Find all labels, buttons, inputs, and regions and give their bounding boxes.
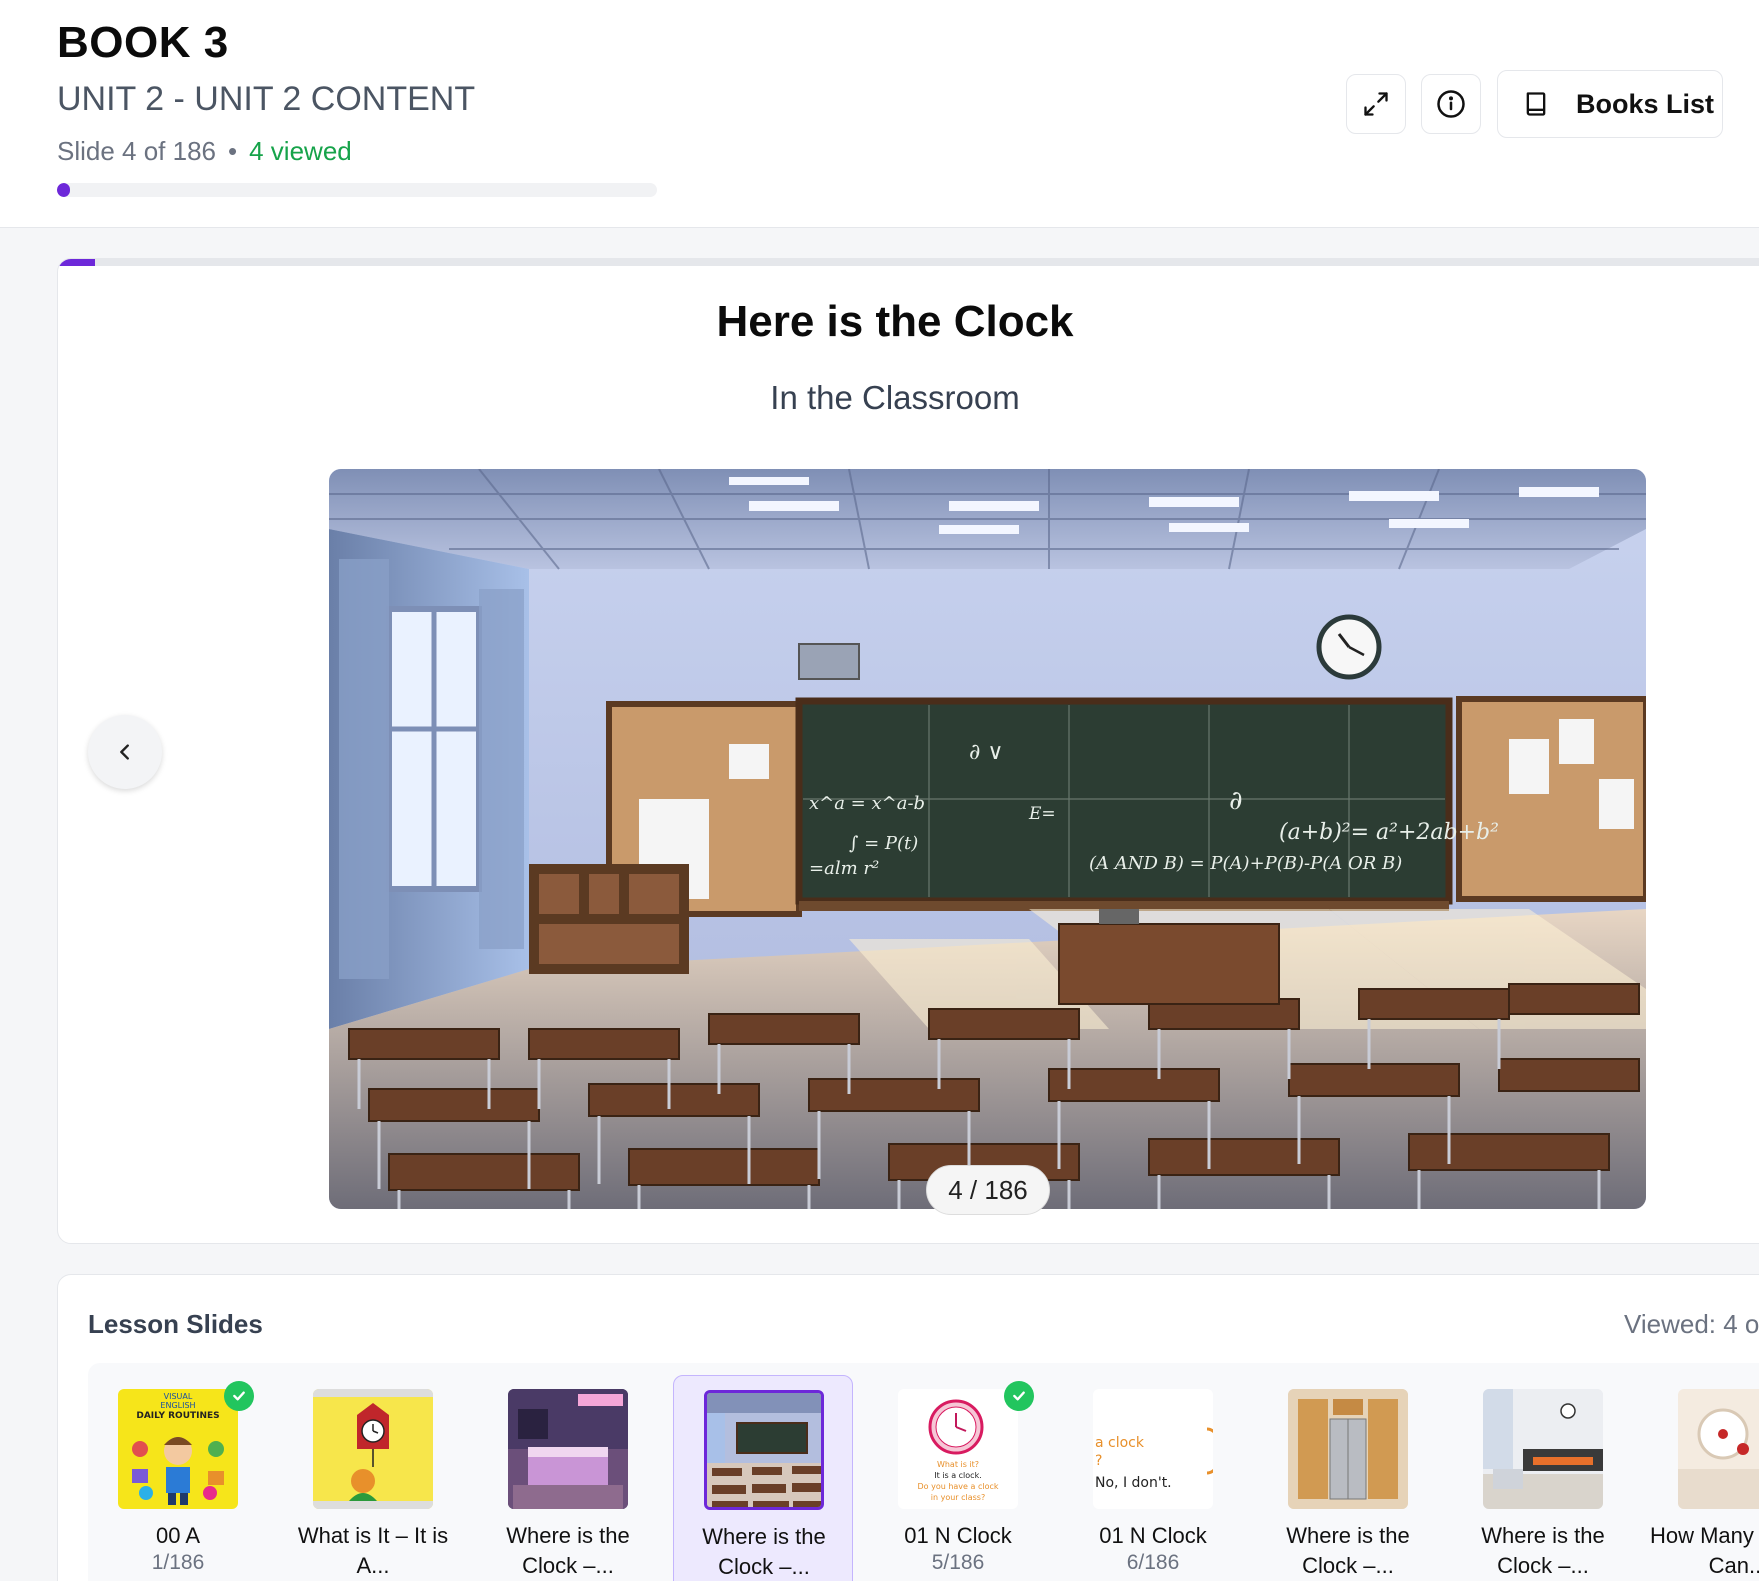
thumbnail-image xyxy=(1483,1389,1603,1509)
expand-icon xyxy=(1364,92,1388,116)
thumbnail-image xyxy=(1288,1389,1408,1509)
lesson-viewed-count: Viewed: 4 of 186 xyxy=(1624,1309,1759,1339)
slide-progress-fill xyxy=(58,259,95,266)
svg-text:∂ ∨: ∂ ∨ xyxy=(969,740,1003,765)
thumbnail-strip: VISUAL ENGLISH DAILY ROUTINES 00 A 1/186… xyxy=(88,1363,1759,1581)
slide-progress-bar xyxy=(58,259,1759,266)
viewed-check-icon xyxy=(224,1381,254,1411)
thumbnail-label: 01 N Clock xyxy=(1099,1523,1207,1548)
thumbnail-label: How Many Clocks Can... xyxy=(1649,1523,1759,1578)
thumbnail-label: 01 N Clock xyxy=(904,1523,1012,1548)
thumbnail-image xyxy=(313,1389,433,1509)
slide-thumbnail[interactable]: What is It – It is A... xyxy=(283,1375,463,1581)
thumbnail-label: 00 A xyxy=(155,1523,201,1548)
info-icon xyxy=(1437,90,1465,118)
thumbnail-label: What is It – It is A... xyxy=(297,1523,449,1578)
svg-text:(A AND B) = P(A)+P(B)-P(A OR B: (A AND B) = P(A)+P(B)-P(A OR B) xyxy=(1089,853,1402,874)
thumbnail-number: 1/186 xyxy=(151,1551,205,1574)
svg-text:x^a = x^a-b: x^a = x^a-b xyxy=(809,793,925,814)
svg-text:=alm r²: =alm r² xyxy=(809,858,879,879)
thumbnail-image: a clock ? No, I don't. xyxy=(1093,1389,1213,1509)
thumbnail-image xyxy=(704,1390,824,1510)
thumbnail-number: 6/186 xyxy=(1126,1551,1180,1574)
lesson-slides-panel: Lesson Slides Viewed: 4 of 186 VISUAL EN… xyxy=(57,1274,1759,1581)
progress-bar xyxy=(57,183,657,197)
svg-text:∂: ∂ xyxy=(1229,786,1242,816)
slide-thumbnail[interactable]: VISUAL ENGLISH DAILY ROUTINES 00 A 1/186 xyxy=(88,1375,268,1581)
thumb6-text3: No, I don't. xyxy=(1095,1475,1172,1491)
slide-image: x^a = x^a-b ∫ = P(t) ∂ ∨ E= ∂ (a+b)²= a²… xyxy=(329,469,1646,1209)
book-icon xyxy=(1526,92,1546,116)
thumbnail-image: VISUAL ENGLISH DAILY ROUTINES xyxy=(118,1389,238,1509)
book-title: BOOK 3 xyxy=(57,18,229,67)
thumbnail-label: Where is the Clock –... xyxy=(1286,1523,1410,1578)
fullscreen-button[interactable] xyxy=(1346,74,1406,134)
svg-text:E=: E= xyxy=(1028,804,1056,824)
info-button[interactable] xyxy=(1421,74,1481,134)
thumb5-text3: Do you have a clock xyxy=(917,1482,998,1491)
slide-title: Here is the Clock xyxy=(716,297,1074,346)
slide-meta: Slide 4 of 186 • 4 viewed xyxy=(57,136,352,167)
thumb5-text4: in your class? xyxy=(931,1493,985,1502)
viewed-check-icon xyxy=(1004,1381,1034,1411)
thumbnail-label: Where is the Clock –... xyxy=(506,1523,630,1578)
slide-thumbnail[interactable]: Where is the Clock –... xyxy=(1453,1375,1633,1581)
slide-thumbnail[interactable]: Where is the Clock –... xyxy=(1258,1375,1438,1581)
viewed-count: 4 viewed xyxy=(249,136,352,166)
slide-thumbnail[interactable]: How Many Clocks Can... xyxy=(1648,1375,1759,1581)
slide-thumbnail[interactable]: Where is the Clock –... xyxy=(478,1375,658,1581)
chevron-left-icon xyxy=(120,744,129,760)
thumbnail-image xyxy=(1678,1389,1759,1509)
svg-text:∫ = P(t): ∫ = P(t) xyxy=(849,833,918,854)
unit-title: UNIT 2 - UNIT 2 CONTENT xyxy=(57,80,476,118)
slide-position: Slide 4 of 186 xyxy=(57,136,217,166)
slide-viewer: Here is the Clock In the Classroom x^a =… xyxy=(57,258,1759,1244)
slide-thumbnail-active[interactable]: Where is the Clock –... xyxy=(673,1375,853,1581)
books-list-label: Books List xyxy=(1576,88,1715,119)
previous-slide-button[interactable] xyxy=(88,715,162,789)
thumbnail-label: Where is the Clock –... xyxy=(1481,1523,1605,1578)
thumb1-text1: VISUAL xyxy=(164,1392,193,1401)
slide-subtitle: In the Classroom xyxy=(770,379,1020,416)
thumb6-text2: ? xyxy=(1095,1453,1102,1469)
slide-thumbnail[interactable]: What is it? It is a clock. Do you have a… xyxy=(868,1375,1048,1581)
page-header: BOOK 3 UNIT 2 - UNIT 2 CONTENT Slide 4 o… xyxy=(0,0,1759,228)
slide-counter: 4 / 186 xyxy=(926,1165,1050,1215)
thumbnail-number: 5/186 xyxy=(931,1551,985,1574)
books-list-button[interactable]: Books List xyxy=(1497,70,1723,138)
lesson-slides-heading: Lesson Slides xyxy=(88,1309,263,1339)
thumbnail-label: Where is the Clock –... xyxy=(702,1524,826,1579)
thumbnail-image: What is it? It is a clock. Do you have a… xyxy=(898,1389,1018,1509)
thumb5-text2: It is a clock. xyxy=(934,1471,982,1480)
progress-fill xyxy=(57,183,70,197)
thumb6-text1: a clock xyxy=(1095,1435,1145,1451)
svg-text:(a+b)²= a²+2ab+b²: (a+b)²= a²+2ab+b² xyxy=(1279,820,1499,845)
thumb1-text2: ENGLISH xyxy=(160,1401,195,1410)
separator-dot: • xyxy=(228,136,238,166)
thumb5-text1: What is it? xyxy=(937,1460,979,1469)
thumb1-text3: DAILY ROUTINES xyxy=(136,1411,219,1421)
slide-thumbnail[interactable]: a clock ? No, I don't. 01 N Clock 6/186 xyxy=(1063,1375,1243,1581)
thumbnail-image xyxy=(508,1389,628,1509)
